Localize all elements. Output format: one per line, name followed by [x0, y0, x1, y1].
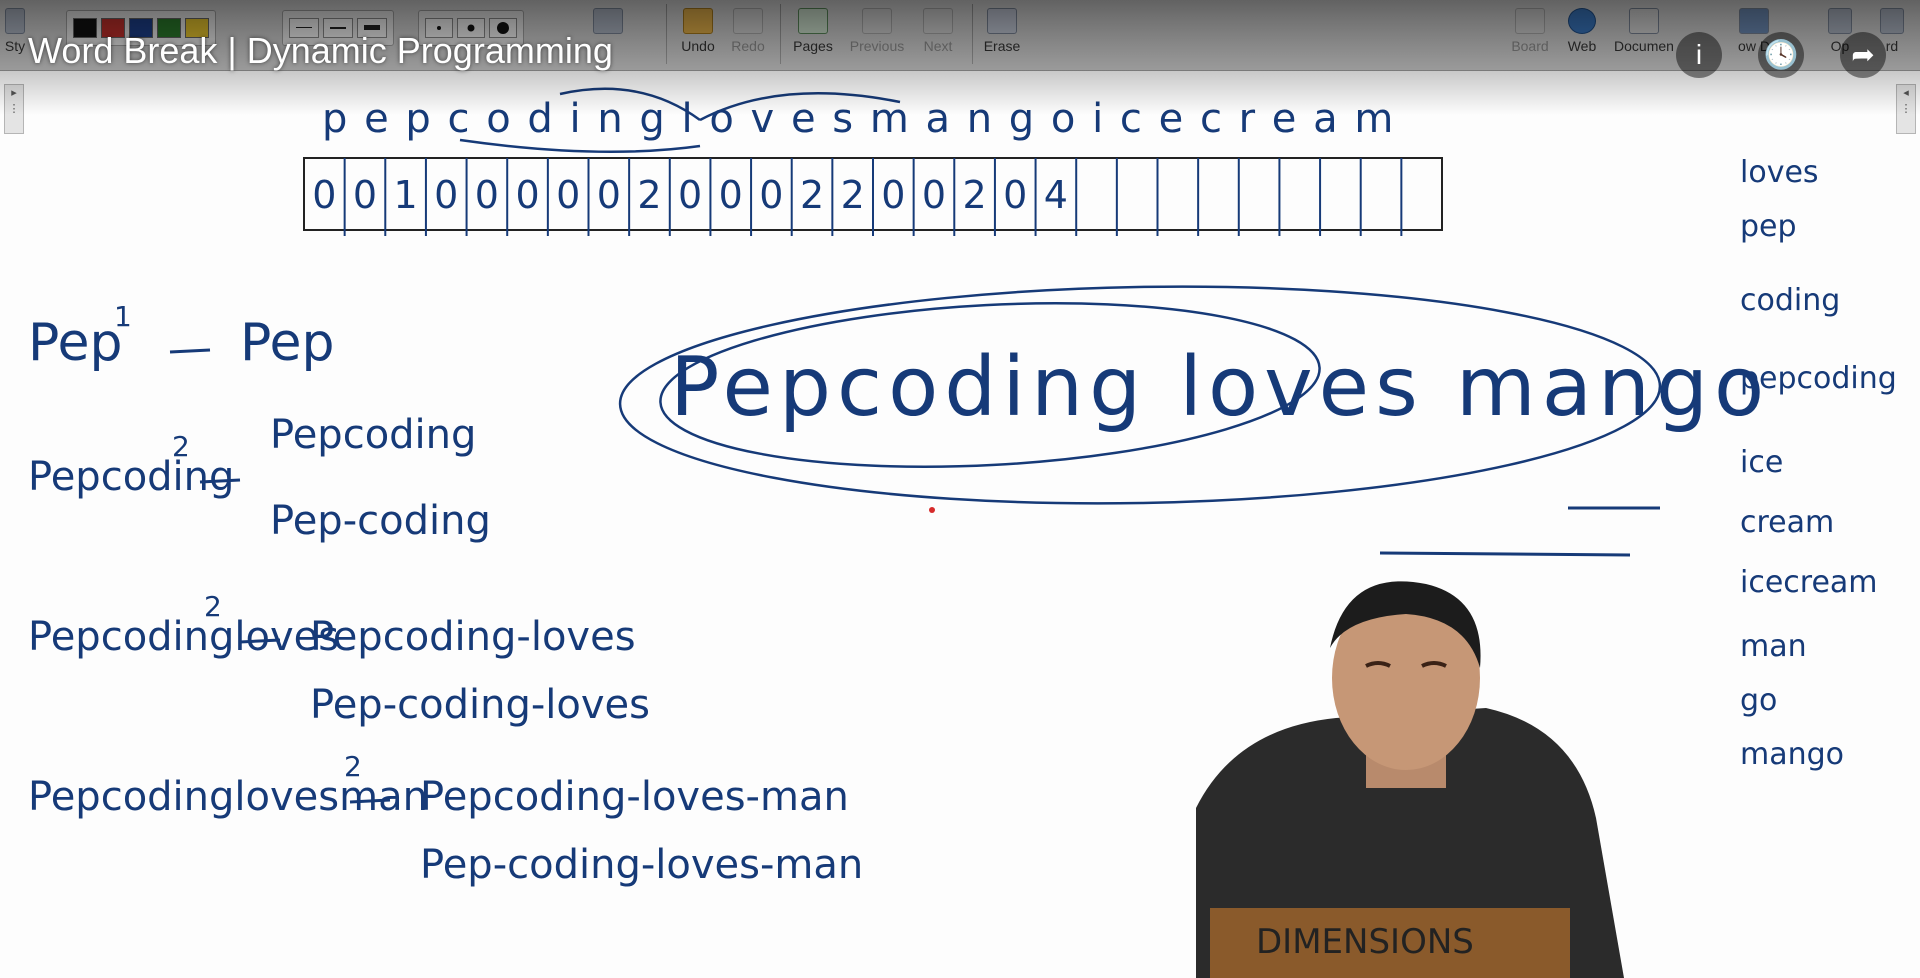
erase-icon	[987, 8, 1017, 34]
erase-tool: Erase	[974, 6, 1030, 60]
dp-cell-value: 0	[353, 173, 377, 217]
sentence-text: Pepcoding loves mango	[670, 340, 1770, 435]
previous-label: Previous	[849, 38, 905, 54]
dp-cell-value: 0	[678, 173, 702, 217]
undo-tool: Undo	[670, 6, 726, 60]
gear-icon	[1828, 8, 1852, 34]
dp-cell-value: 0	[515, 173, 539, 217]
document-label: Documen	[1614, 38, 1674, 54]
web-label: Web	[1567, 38, 1597, 54]
dictionary-word: loves	[1740, 155, 1819, 190]
dp-cell-value: 0	[922, 173, 946, 217]
video-title[interactable]: Word Break | Dynamic Programming	[28, 30, 613, 72]
dp-cell-value: 0	[1003, 173, 1027, 217]
board-tool: Board	[1502, 6, 1558, 60]
share-icon[interactable]: ➦	[1840, 32, 1886, 78]
dp-cell-value: 2	[963, 173, 987, 217]
undo-label: Undo	[681, 38, 715, 54]
info-icon[interactable]: i	[1676, 32, 1722, 78]
dp-cell-value: 0	[881, 173, 905, 217]
note-rhs: Pepcoding-loves-man	[420, 774, 849, 820]
note-count: 2	[344, 750, 362, 783]
whiteboard-canvas: p e p c o d i n g l o v e s m a n g o i …	[28, 87, 1897, 888]
style-label: Sty	[4, 38, 26, 54]
input-string: p e p c o d i n g l o v e s m a n g o i …	[322, 96, 1395, 142]
dictionary-word: go	[1740, 683, 1777, 718]
word-label: rd	[1885, 38, 1899, 54]
dictionary-word: mango	[1740, 737, 1844, 772]
next-page-icon	[923, 8, 953, 34]
dp-cell-value: 0	[597, 173, 621, 217]
dp-cell-value: 2	[637, 173, 661, 217]
dictionary-word: coding	[1740, 283, 1840, 318]
dictionary-word: pepcoding	[1740, 361, 1897, 396]
toolbar-separator	[780, 4, 781, 64]
note-lhs: Pepcodingloves	[28, 614, 339, 660]
note-lhs: Pepcoding	[28, 454, 234, 500]
undo-icon	[683, 8, 713, 34]
dp-cell-value: 0	[312, 173, 336, 217]
dp-cell-value: 0	[475, 173, 499, 217]
word-icon	[1880, 8, 1904, 34]
monitor-icon	[1739, 8, 1769, 34]
board-label: Board	[1511, 38, 1549, 54]
pen-icon	[5, 8, 25, 34]
web-tool: Web	[1554, 6, 1610, 60]
pages-label: Pages	[793, 38, 833, 54]
dp-cell-value: 0	[556, 173, 580, 217]
dp-cell-value: 1	[394, 173, 418, 217]
pages-icon	[798, 8, 828, 34]
dictionary-word: ice	[1740, 445, 1783, 480]
note-rhs: Pepcoding	[270, 412, 476, 458]
redo-label: Redo	[731, 38, 765, 54]
note-arrow	[169, 348, 211, 354]
note-arrow	[349, 798, 391, 804]
note-rhs: Pep-coding-loves	[310, 682, 650, 728]
video-player[interactable]: Sty Undo Redo Pages Previous Next Erase …	[0, 0, 1920, 978]
globe-icon	[1568, 8, 1596, 34]
note-lhs: Pep	[28, 313, 123, 373]
folder-icon	[1629, 8, 1659, 34]
pages-tool: Pages	[785, 6, 841, 60]
dp-cell-value: 2	[800, 173, 824, 217]
note-rhs: Pep-coding-loves-man	[420, 842, 863, 888]
note-rhs: Pep	[240, 313, 335, 373]
note-arrow	[239, 638, 281, 644]
dictionary-word: pep	[1740, 209, 1797, 244]
dp-cell-value: 0	[434, 173, 458, 217]
mango-underline	[1379, 551, 1631, 557]
dp-cell-value: 0	[759, 173, 783, 217]
toolbar-separator	[972, 4, 973, 64]
redo-icon	[733, 8, 763, 34]
dp-cell-value: 2	[841, 173, 865, 217]
note-count: 2	[172, 430, 190, 463]
erase-label: Erase	[983, 38, 1021, 54]
presenter-webcam: DIMENSIONS	[1196, 581, 1624, 978]
document-tool: Documen	[1608, 6, 1680, 60]
board-icon	[1515, 8, 1545, 34]
next-label: Next	[923, 38, 953, 54]
dictionary-list: lovespepcodingpepcodingicecreamicecreamm…	[1740, 155, 1897, 772]
dictionary-word: icecream	[1740, 565, 1878, 600]
laser-pointer-dot	[929, 507, 935, 513]
previous-page-icon	[862, 8, 892, 34]
dp-cell-value: 0	[719, 173, 743, 217]
note-rhs: Pepcoding-loves	[310, 614, 636, 660]
style-tool: Sty	[0, 6, 30, 60]
note-arrow	[199, 478, 241, 484]
dictionary-word: man	[1740, 629, 1807, 664]
note-rhs: Pep-coding	[270, 498, 491, 544]
previous-tool: Previous	[846, 6, 908, 60]
toolbar-separator	[666, 4, 667, 64]
next-tool: Next	[910, 6, 966, 60]
dp-array: 0010000020002200204	[303, 157, 1443, 236]
note-count: 2	[204, 590, 222, 623]
note-lhs: Pepcodinglovesman	[28, 774, 428, 820]
dictionary-word: cream	[1740, 505, 1834, 540]
dp-cell-value: 4	[1044, 173, 1068, 217]
note-count: 1	[114, 300, 132, 333]
watch-later-icon[interactable]: 🕓	[1758, 32, 1804, 78]
hoodie-print: DIMENSIONS	[1256, 922, 1474, 962]
redo-tool: Redo	[720, 6, 776, 60]
